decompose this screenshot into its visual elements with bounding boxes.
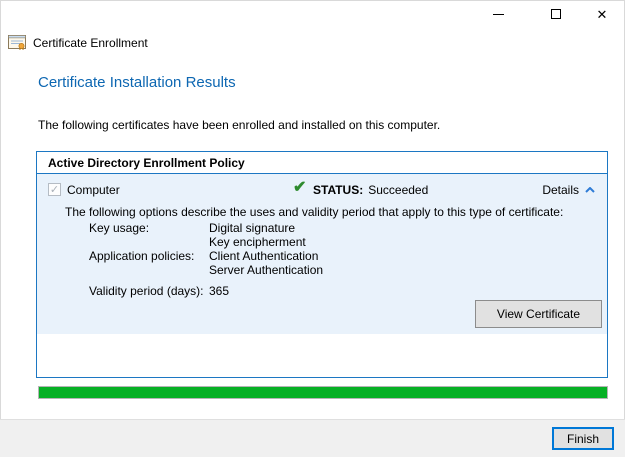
footer-bar [0, 419, 625, 457]
view-certificate-button[interactable]: View Certificate [475, 300, 602, 328]
status-label: STATUS: [313, 183, 364, 197]
maximize-icon [551, 9, 561, 19]
minimize-icon [492, 13, 504, 15]
close-icon: ✕ [596, 6, 608, 22]
app-header: Certificate Enrollment [8, 35, 148, 50]
property-label: Key usage: [89, 221, 150, 235]
property-label: Validity period (days): [89, 284, 204, 298]
certificate-description: The following options describe the uses … [65, 205, 564, 219]
property-value: 365 [209, 284, 230, 298]
certificate-name-label: Computer [67, 183, 120, 197]
chevron-up-icon [585, 187, 595, 193]
finish-button[interactable]: Finish [552, 427, 614, 450]
details-toggle[interactable]: Details [542, 183, 595, 197]
page-description: The following certificates have been enr… [38, 118, 441, 132]
minimize-button[interactable] [482, 3, 514, 25]
progress-bar [38, 386, 608, 399]
checkbox-check-icon: ✓ [49, 184, 60, 196]
property-label: Application policies: [89, 249, 195, 263]
panel-header: Active Directory Enrollment Policy [37, 152, 607, 174]
property-value: Client Authentication [209, 249, 319, 263]
enrollment-policy-panel: Active Directory Enrollment Policy ✓ Com… [36, 151, 608, 378]
property-row-validity-period: Validity period (days): 365 [89, 284, 323, 298]
status-value: Succeeded [368, 183, 429, 197]
property-value: Key encipherment [209, 235, 306, 249]
maximize-button[interactable] [540, 3, 572, 25]
computer-checkbox[interactable]: ✓ [48, 183, 61, 196]
property-row-application-policies: Application policies: Client Authenticat… [89, 249, 323, 277]
details-label: Details [542, 183, 579, 197]
success-check-icon: ✔ [293, 179, 307, 196]
page-title: Certificate Installation Results [38, 74, 236, 91]
app-title: Certificate Enrollment [33, 35, 148, 50]
certificate-status-row: ✓ Computer ✔ STATUS: Succeeded Details [37, 179, 607, 198]
property-row-key-usage: Key usage: Digital signature Key enciphe… [89, 221, 323, 249]
status-group: STATUS: Succeeded [313, 183, 428, 197]
certificate-icon [8, 35, 27, 50]
property-value: Digital signature [209, 221, 296, 235]
close-button[interactable]: ✕ [586, 3, 618, 25]
property-value: Server Authentication [209, 263, 324, 277]
certificate-properties: Key usage: Digital signature Key enciphe… [89, 221, 323, 298]
progress-bar-fill [39, 387, 607, 398]
